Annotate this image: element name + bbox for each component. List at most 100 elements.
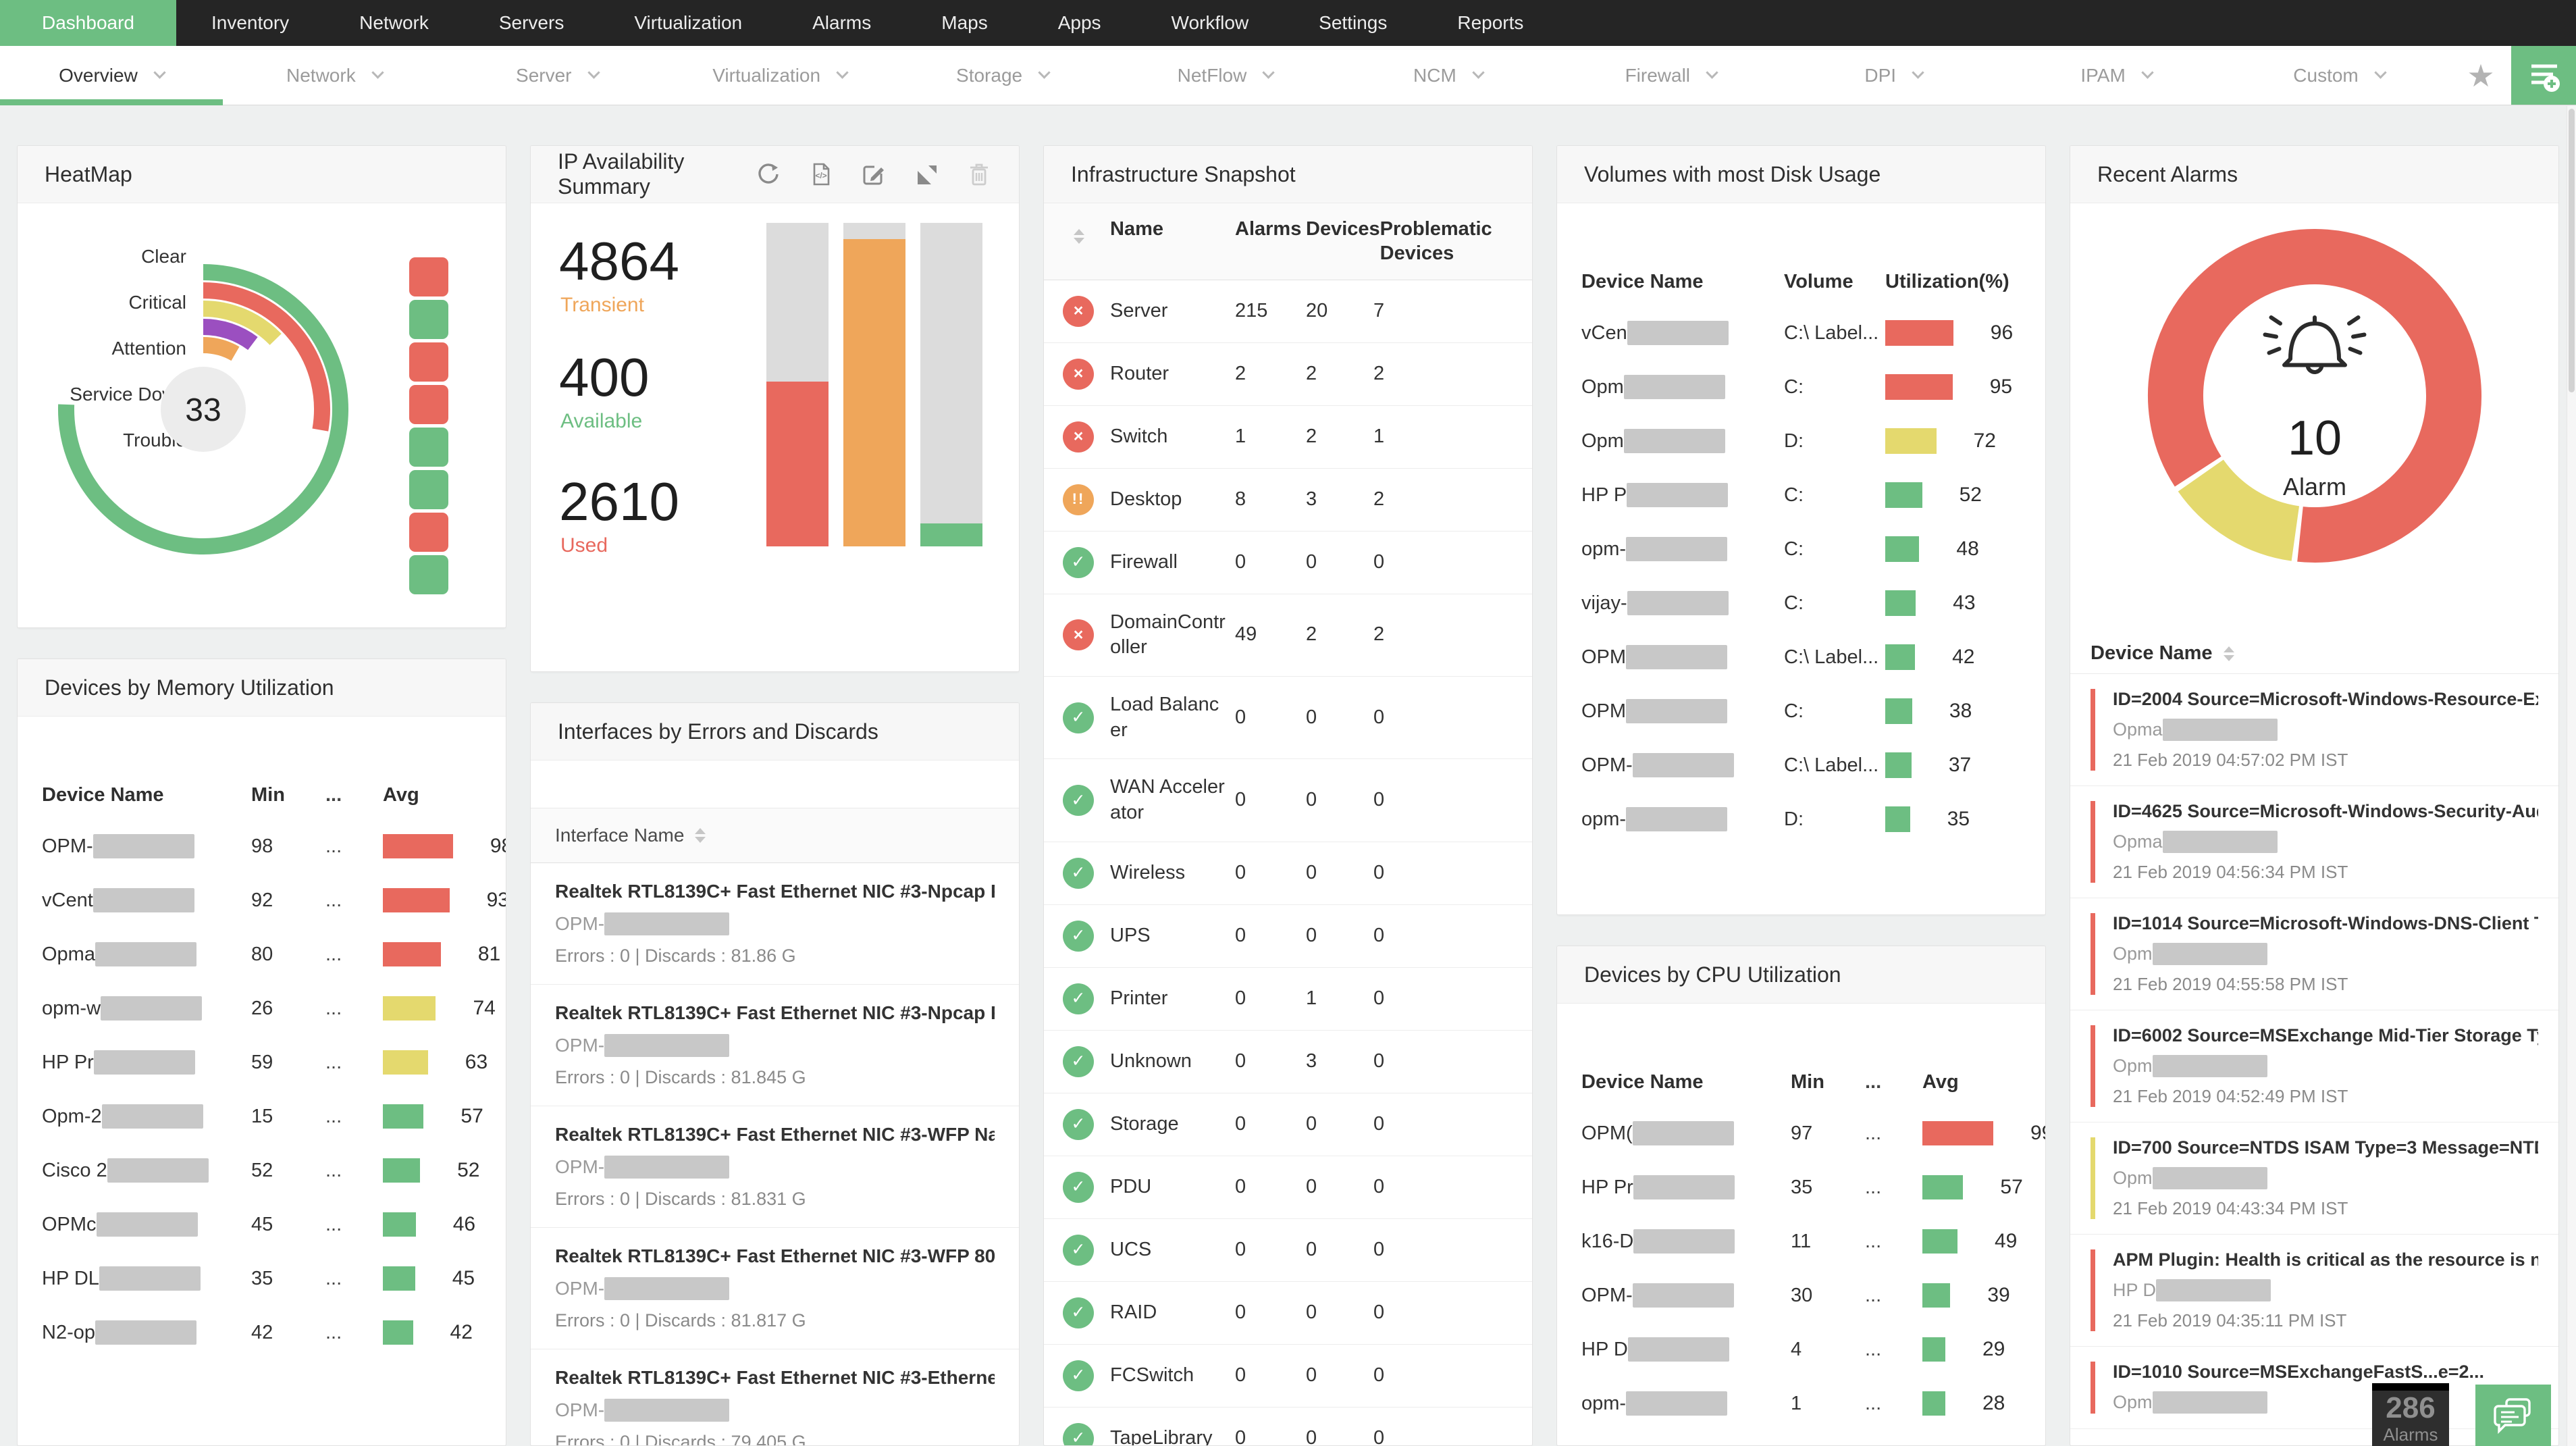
interface-row[interactable]: Realtek RTL8139C+ Fast Ethernet NIC #3-E…	[531, 1349, 1019, 1445]
tab-virtualization[interactable]: Virtualization	[668, 46, 891, 105]
column-header-min[interactable]: Min	[251, 784, 325, 806]
table-row[interactable]: opm- D: 35	[1581, 792, 2021, 846]
export-icon[interactable]: </>	[808, 161, 834, 187]
table-row[interactable]: ✓ UCS 0 0 0	[1044, 1219, 1532, 1282]
heatmap-tile-1[interactable]	[409, 300, 448, 339]
interface-name-header[interactable]: Interface Name	[531, 808, 1019, 863]
table-row[interactable]: ✓ FCSwitch 0 0 0	[1044, 1345, 1532, 1408]
heatmap-tile-0[interactable]	[409, 257, 448, 296]
interface-row[interactable]: Realtek RTL8139C+ Fast Ethernet NIC #3-N…	[531, 863, 1019, 985]
category-name[interactable]: DomainController	[1110, 610, 1235, 661]
delete-icon[interactable]	[966, 161, 992, 187]
interface-row[interactable]: Realtek RTL8139C+ Fast Ethernet NIC #3-W…	[531, 1228, 1019, 1349]
table-row[interactable]: × Server 215 20 7	[1044, 280, 1532, 343]
nav-item-workflow[interactable]: Workflow	[1136, 0, 1284, 46]
column-header-alarms[interactable]: Alarms	[1235, 217, 1306, 241]
category-name[interactable]: WAN Accelerator	[1110, 775, 1235, 825]
chat-button[interactable]	[2475, 1385, 2551, 1446]
table-row[interactable]: × Router 2 2 2	[1044, 343, 1532, 406]
column-header-name[interactable]: Name	[1110, 217, 1235, 241]
nav-item-virtualization[interactable]: Virtualization	[599, 0, 777, 46]
table-row[interactable]: vijay- C: 43	[1581, 576, 2021, 630]
tab-custom[interactable]: Custom	[2228, 46, 2450, 105]
column-header-volume[interactable]: Volume	[1784, 271, 1885, 293]
table-row[interactable]: OPMc 45... 46	[42, 1197, 481, 1251]
interface-row[interactable]: Realtek RTL8139C+ Fast Ethernet NIC #3-N…	[531, 985, 1019, 1106]
nav-item-inventory[interactable]: Inventory	[176, 0, 324, 46]
heatmap-tile-7[interactable]	[409, 555, 448, 594]
table-row[interactable]: HP Pr 59... 63	[42, 1035, 488, 1089]
column-header-min[interactable]: Min	[1791, 1071, 1865, 1093]
tab-overview[interactable]: Overview	[0, 46, 223, 105]
table-row[interactable]: Opm-2 15... 57	[42, 1089, 483, 1143]
category-name[interactable]: PDU	[1110, 1174, 1235, 1200]
alarm-row[interactable]: APM Plugin: Health is critical as the re…	[2070, 1235, 2558, 1347]
tab-netflow[interactable]: NetFlow	[1114, 46, 1337, 105]
table-row[interactable]: ✓ TapeLibrary 0 0 0	[1044, 1408, 1532, 1445]
heatmap-tile-4[interactable]	[409, 428, 448, 467]
table-row[interactable]: OPM C: 38	[1581, 684, 2021, 738]
category-name[interactable]: Printer	[1110, 986, 1235, 1012]
nav-item-alarms[interactable]: Alarms	[777, 0, 906, 46]
column-header-problematic-devices[interactable]: Problematic Devices	[1380, 217, 1513, 266]
tab-firewall[interactable]: Firewall	[1559, 46, 1782, 105]
heatmap-tile-3[interactable]	[409, 385, 448, 424]
table-row[interactable]: OPM(4...19	[1581, 1430, 2021, 1445]
table-row[interactable]: ✓ WAN Accelerator 0 0 0	[1044, 759, 1532, 842]
column-header-device-name[interactable]: Device Name	[42, 784, 251, 806]
table-row[interactable]: ✓ Printer 0 1 0	[1044, 968, 1532, 1031]
table-row[interactable]: k16-D 11... 49	[1581, 1214, 2021, 1268]
category-name[interactable]: Storage	[1110, 1112, 1235, 1137]
tab-ncm[interactable]: NCM	[1336, 46, 1559, 105]
table-row[interactable]: vCen C:\ Label... 96	[1581, 306, 2021, 360]
table-row[interactable]: HP D 4... 29	[1581, 1322, 2021, 1376]
table-row[interactable]: Cisco 2 52... 52	[42, 1143, 481, 1197]
category-name[interactable]: Desktop	[1110, 487, 1235, 513]
table-row[interactable]: opm- C: 48	[1581, 522, 2021, 576]
table-row[interactable]: opm- 1... 28	[1581, 1376, 2021, 1430]
nav-item-maps[interactable]: Maps	[906, 0, 1022, 46]
page-scrollbar[interactable]	[2567, 106, 2576, 1446]
heatmap-tile-5[interactable]	[409, 470, 448, 509]
table-row[interactable]: HP P C: 52	[1581, 468, 2021, 522]
table-row[interactable]: ✓ Load Balancer 0 0 0	[1044, 677, 1532, 760]
nav-item-network[interactable]: Network	[324, 0, 464, 46]
alarm-row[interactable]: ID=2004 Source=Microsoft-Windows-Resourc…	[2070, 674, 2558, 786]
table-row[interactable]: ✓ UPS 0 0 0	[1044, 905, 1532, 968]
refresh-icon[interactable]	[756, 161, 781, 187]
scrollbar-thumb[interactable]	[2569, 109, 2575, 392]
category-name[interactable]: Unknown	[1110, 1049, 1235, 1075]
category-name[interactable]: Load Balancer	[1110, 692, 1235, 743]
alarm-row[interactable]: ID=1014 Source=Microsoft-Windows-DNS-Cli…	[2070, 898, 2558, 1010]
alarm-row[interactable]: ID=700 Source=NTDS ISAM Type=3 Message=N…	[2070, 1122, 2558, 1235]
table-row[interactable]: N2-op 42... 42	[42, 1306, 481, 1360]
favorite-star-icon[interactable]: ★	[2450, 46, 2511, 105]
category-name[interactable]: Wireless	[1110, 860, 1235, 886]
table-row[interactable]: !! Desktop 8 3 2	[1044, 469, 1532, 532]
category-name[interactable]: Server	[1110, 299, 1235, 324]
tab-server[interactable]: Server	[446, 46, 668, 105]
alarm-count-badge[interactable]: 286 Alarms	[2372, 1383, 2449, 1446]
sort-icon[interactable]	[2223, 646, 2234, 661]
tab-ipam[interactable]: IPAM	[2005, 46, 2228, 105]
table-row[interactable]: OPM- 30... 39	[1581, 1268, 2021, 1322]
category-name[interactable]: FCSwitch	[1110, 1363, 1235, 1389]
table-row[interactable]: ✓ Wireless 0 0 0	[1044, 842, 1532, 905]
tab-dpi[interactable]: DPI	[1782, 46, 2005, 105]
category-name[interactable]: RAID	[1110, 1300, 1235, 1326]
sort-icon[interactable]	[695, 828, 706, 843]
nav-item-reports[interactable]: Reports	[1422, 0, 1558, 46]
alarm-row[interactable]: ID=6002 Source=MSExchange Mid-Tier Stora…	[2070, 1010, 2558, 1122]
column-header-avg[interactable]: Avg	[383, 784, 481, 806]
table-row[interactable]: OPM- 98... 98	[42, 819, 506, 873]
category-name[interactable]: Router	[1110, 361, 1235, 387]
table-row[interactable]: Opma 80... 81	[42, 927, 500, 981]
nav-item-settings[interactable]: Settings	[1284, 0, 1422, 46]
column-header-avg[interactable]: Avg	[1922, 1071, 2021, 1093]
resize-icon[interactable]	[914, 161, 939, 187]
table-row[interactable]: ✓ Storage 0 0 0	[1044, 1093, 1532, 1156]
column-header-utilization[interactable]: Utilization(%)	[1885, 271, 2021, 293]
category-name[interactable]: Firewall	[1110, 550, 1235, 575]
tab-storage[interactable]: Storage	[891, 46, 1114, 105]
category-name[interactable]: TapeLibrary	[1110, 1426, 1235, 1445]
